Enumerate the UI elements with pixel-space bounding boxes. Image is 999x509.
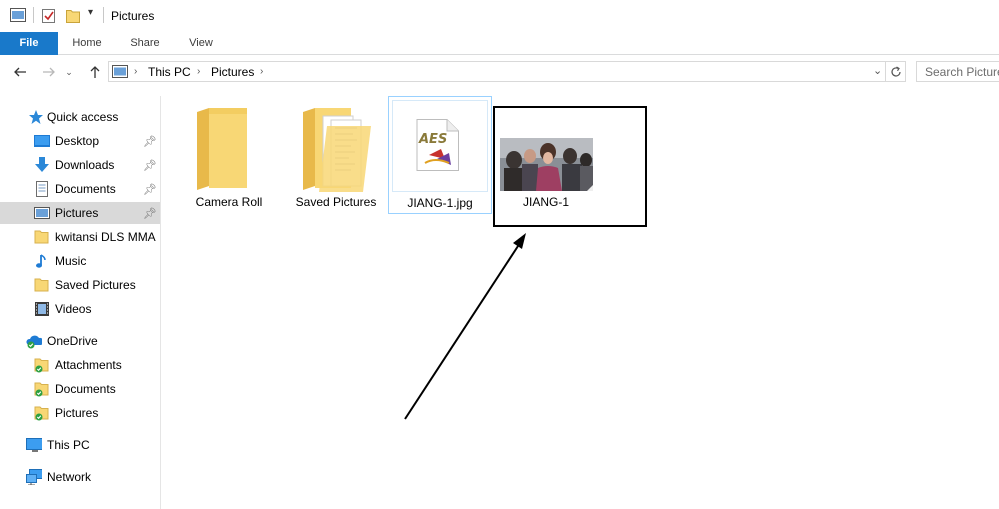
aes-file-icon: AES [416,119,459,171]
folder-icon [34,230,49,244]
onedrive-cloud-icon [26,335,42,349]
videos-icon [35,302,49,316]
properties-icon[interactable] [42,8,56,23]
nav-item-pictures[interactable]: Pictures 📌︎ [0,202,160,224]
back-arrow-icon [14,67,26,77]
nav-item-kwitansi-dls-mma[interactable]: kwitansi DLS MMA [0,226,160,248]
pin-icon[interactable]: 📌︎ [143,183,157,196]
nav-label: Pictures [55,406,99,420]
navigation-pane: Quick access Desktop 📌︎ Downloads 📌︎ Doc… [0,96,161,509]
nav-label: Music [55,254,87,268]
synced-folder-icon [34,406,49,421]
ribbon-tabs: File Home Share View [0,32,999,55]
tab-view[interactable]: View [176,32,226,55]
separator [33,7,34,23]
nav-onedrive-pictures[interactable]: Pictures [0,402,160,424]
nav-onedrive-documents[interactable]: Documents [0,378,160,400]
file-item-camera-roll[interactable]: Camera Roll [183,98,275,214]
nav-label: Quick access [47,110,119,124]
pictures-location-icon [112,65,128,78]
tab-file[interactable]: File [0,32,58,55]
nav-label: Pictures [55,206,99,220]
recent-locations-button[interactable]: ⌄ [63,63,75,81]
computer-icon [26,438,42,452]
refresh-button[interactable] [886,61,906,82]
synced-folder-icon [34,358,49,373]
nav-label: Saved Pictures [55,278,136,292]
address-bar[interactable]: › This PC › Pictures › ⌄ [108,61,886,82]
nav-label: Videos [55,302,92,316]
title-bar: ▾ Pictures [0,0,999,32]
file-name: Camera Roll [195,195,263,209]
nav-label: Network [47,470,92,484]
nav-network[interactable]: Network [0,466,160,488]
nav-item-saved-pictures[interactable]: Saved Pictures [0,274,160,296]
breadcrumb-pictures[interactable]: Pictures [211,65,254,79]
pin-icon[interactable]: 📌︎ [143,159,157,172]
nav-item-music[interactable]: Music [0,250,160,272]
refresh-icon [890,65,901,77]
window-title: Pictures [111,9,155,23]
nav-label: Documents [55,382,116,396]
nav-quick-access[interactable]: Quick access [0,106,160,128]
nav-label: Downloads [55,158,115,172]
address-row: ⌄ › This PC › Pictures › ⌄ [0,58,999,86]
breadcrumb-this-pc[interactable]: This PC [148,65,191,79]
nav-item-desktop[interactable]: Desktop 📌︎ [0,130,160,152]
nav-label: Attachments [55,358,122,372]
back-button[interactable] [11,63,29,81]
tab-home[interactable]: Home [62,32,112,55]
nav-onedrive-attachments[interactable]: Attachments [0,354,160,376]
file-name: Saved Pictures [295,195,377,209]
pin-icon[interactable]: 📌︎ [143,207,157,220]
nav-label: This PC [47,438,90,452]
search-input[interactable] [917,62,999,81]
separator [103,7,104,23]
chevron-down-icon: ⌄ [65,66,73,77]
forward-button[interactable] [40,63,58,81]
file-name: JIANG-1.jpg [407,196,473,210]
nav-item-downloads[interactable]: Downloads 📌︎ [0,154,160,176]
nav-item-videos[interactable]: Videos [0,298,160,320]
tab-share[interactable]: Share [120,32,170,55]
breadcrumb-separator[interactable]: › [134,66,137,77]
folder-icon [197,108,247,190]
nav-label: OneDrive [47,334,98,348]
customize-quick-access-icon[interactable]: ▾ [88,7,93,18]
documents-icon [36,181,48,197]
pictures-icon [34,207,50,219]
forward-arrow-icon [43,67,55,77]
synced-folder-icon [34,382,49,397]
desktop-icon [34,135,50,147]
nav-onedrive[interactable]: OneDrive [0,330,160,352]
up-arrow-icon [90,66,100,78]
address-dropdown-icon[interactable]: ⌄ [873,64,882,77]
file-item-jiang-1-jpg[interactable]: AES JIANG-1.jpg [388,96,492,214]
explorer-window-icon[interactable] [10,8,26,22]
downloads-icon [35,157,49,172]
aes-label: AES [418,132,447,147]
pin-icon[interactable]: 📌︎ [143,135,157,148]
breadcrumb-separator[interactable]: › [260,66,263,77]
quick-access-star-icon [29,110,43,124]
breadcrumb-separator[interactable]: › [197,66,200,77]
network-icon [26,469,42,485]
nav-label: Desktop [55,134,100,148]
up-button[interactable] [86,63,104,81]
nav-label: Documents [55,182,116,196]
nav-label: kwitansi DLS MMA [55,230,156,244]
folder-icon [34,278,49,292]
nav-this-pc[interactable]: This PC [0,434,160,456]
annotation-highlight-box [493,106,647,227]
new-folder-icon[interactable] [66,8,80,23]
search-box[interactable] [916,61,999,82]
file-item-saved-pictures[interactable]: Saved Pictures [289,98,383,214]
nav-item-documents[interactable]: Documents 📌︎ [0,178,160,200]
music-icon [36,254,46,268]
folder-with-files-icon [303,108,371,192]
